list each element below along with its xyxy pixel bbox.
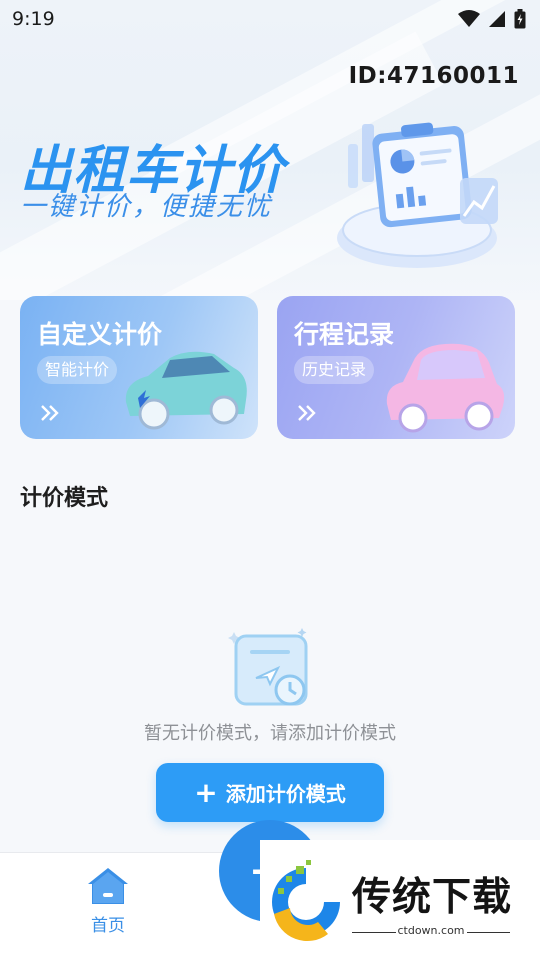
watermark-logo: [272, 860, 340, 942]
history-tag: 历史记录: [294, 356, 375, 384]
car-illustration: [386, 343, 505, 433]
watermark-brand: 传统下载: [352, 875, 513, 920]
pricing-mode-section-title: 计价模式: [20, 486, 109, 511]
status-icons: [458, 9, 526, 29]
hero-subtitle: 一键计价，便捷无忧: [20, 192, 273, 222]
watermark: 传统下载 ctdown.com: [260, 840, 540, 960]
battery-icon: [514, 9, 526, 29]
watermark-domain: ctdown.com: [397, 924, 465, 937]
double-chevron-right-icon: [41, 405, 59, 421]
empty-state-icon: [228, 628, 308, 706]
home-icon: [88, 868, 128, 904]
smart-pricing-tag: 智能计价: [37, 356, 118, 384]
trip-records-card[interactable]: 行程记录 历史记录: [277, 296, 515, 439]
status-time: 9:19: [12, 8, 55, 30]
empty-state-message: 暂无计价模式，请添加计价模式: [144, 723, 396, 744]
tab-home-label: 首页: [91, 916, 125, 936]
status-bar: 9:19: [0, 0, 540, 38]
trip-records-title: 行程记录: [294, 320, 395, 349]
plus-icon: +: [194, 775, 218, 809]
wifi-icon: [458, 10, 480, 27]
user-id: ID:47160011: [348, 63, 519, 89]
clipboard-chart-illustration: [337, 122, 498, 268]
signal-icon: [489, 11, 505, 27]
add-pricing-mode-button[interactable]: + 添加计价模式: [156, 763, 384, 822]
tab-home[interactable]: 首页: [68, 867, 148, 947]
watermark-divider-right: [467, 932, 510, 933]
electric-car-illustration: [125, 351, 247, 430]
custom-pricing-card[interactable]: 自定义计价 智能计价: [20, 296, 258, 439]
double-chevron-right-icon: [298, 405, 316, 421]
add-pricing-mode-label: 添加计价模式: [225, 782, 346, 806]
